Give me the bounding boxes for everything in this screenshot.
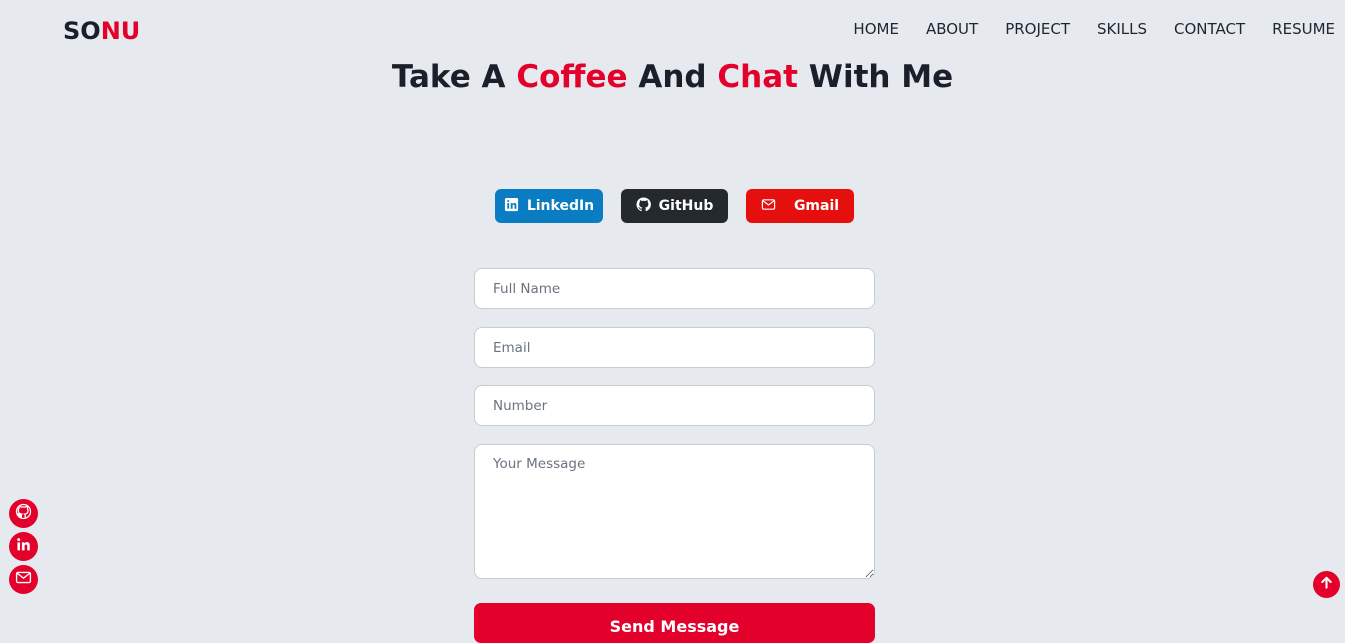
main-nav: HOME ABOUT PROJECT SKILLS CONTACT RESUME (826, 19, 1335, 39)
nav-resume[interactable]: RESUME (1272, 19, 1335, 39)
gmail-label: Gmail (793, 198, 840, 214)
linkedin-label: LinkedIn (526, 198, 595, 214)
github-icon (15, 503, 32, 524)
linkedin-icon (504, 197, 519, 216)
logo[interactable]: SONU (63, 16, 140, 46)
full-name-input[interactable] (474, 268, 875, 309)
gmail-button[interactable]: Gmail (746, 189, 854, 223)
title-part-1: Take A (391, 59, 517, 95)
title-part-5: With Me (797, 59, 954, 95)
scroll-to-top-button[interactable] (1313, 571, 1340, 598)
title-part-3: And (627, 59, 718, 95)
mail-icon (761, 197, 776, 216)
send-message-button[interactable]: Send Message (474, 603, 875, 643)
email-input[interactable] (474, 327, 875, 368)
github-icon (636, 196, 651, 216)
nav-project[interactable]: PROJECT (1005, 19, 1070, 39)
title-accent-coffee: Coffee (516, 59, 628, 95)
nav-home[interactable]: HOME (853, 19, 899, 39)
linkedin-button[interactable]: LinkedIn (495, 189, 603, 223)
float-mail-button[interactable] (9, 565, 38, 594)
message-textarea[interactable] (474, 444, 875, 579)
float-github-button[interactable] (9, 499, 38, 528)
logo-part-1: SO (63, 17, 101, 45)
github-label: GitHub (658, 198, 714, 214)
nav-contact[interactable]: CONTACT (1174, 19, 1245, 39)
social-buttons: LinkedIn GitHub Gmail (495, 189, 854, 223)
linkedin-icon (15, 536, 32, 557)
nav-skills[interactable]: SKILLS (1097, 19, 1147, 39)
arrow-up-icon (1319, 575, 1334, 594)
title-accent-chat: Chat (717, 59, 798, 95)
page-title: Take A Coffee And Chat With Me (0, 56, 1345, 98)
logo-part-2: NU (100, 17, 141, 45)
nav-about[interactable]: ABOUT (926, 19, 978, 39)
number-input[interactable] (474, 385, 875, 426)
github-button[interactable]: GitHub (621, 189, 728, 223)
mail-icon (15, 569, 32, 590)
float-linkedin-button[interactable] (9, 532, 38, 561)
